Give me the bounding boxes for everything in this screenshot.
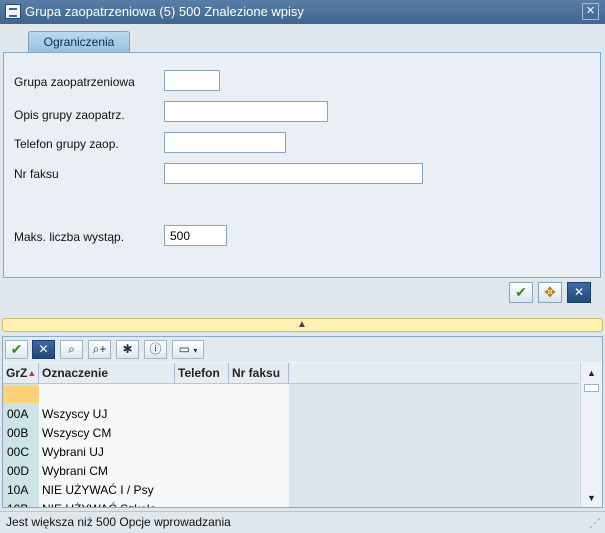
sort-icon: ✱	[122, 342, 133, 356]
grid-header: GrZ▲ Oznaczenie Telefon Nr faksu	[3, 363, 579, 384]
results-grid: ✔ ✕ ⌕ ⌕+ ✱ ⓘ ▭ ▾ GrZ▲ Oznaczenie Telefon…	[2, 336, 603, 508]
row-description: Wszyscy CM	[42, 426, 112, 440]
information-button[interactable]: ⓘ	[144, 340, 167, 359]
search-more-icon: ✥	[544, 284, 556, 300]
row-description: NIE UŻYWAĆ Szkoła	[42, 500, 156, 507]
checkmark-icon: ✔	[10, 341, 23, 357]
scroll-down-icon[interactable]: ▼	[583, 491, 600, 506]
sort-button[interactable]: ✱	[116, 340, 139, 359]
label-grupa-zaopatrzeniowa: Grupa zaopatrzeniowa	[14, 75, 135, 89]
table-row[interactable]: 10B NIE UŻYWAĆ Szkoła	[3, 500, 293, 507]
row-description: NIE UŻYWAĆ I / Psy	[42, 483, 154, 497]
close-button[interactable]: ✕	[582, 3, 599, 20]
print-icon: ▭	[178, 342, 190, 356]
find-button[interactable]: ⌕	[60, 340, 83, 359]
table-row[interactable]: 00D Wybrani CM	[3, 462, 293, 481]
maks-liczba-input[interactable]	[164, 225, 227, 246]
panel-splitter[interactable]: ▲	[2, 318, 603, 332]
column-header-telefon[interactable]: Telefon	[175, 363, 229, 384]
table-row[interactable]: 10A NIE UŻYWAĆ I / Psy	[3, 481, 293, 500]
row-key: 00D	[7, 464, 30, 478]
row-description: Wybrani CM	[42, 464, 108, 478]
table-row[interactable]	[3, 386, 293, 405]
row-key: 10A	[7, 483, 29, 497]
find-next-icon: ⌕+	[92, 342, 107, 356]
status-text: Jest większa niż 500 Opcje wprowadzania	[6, 515, 231, 529]
confirm-button[interactable]: ✔	[509, 282, 533, 303]
restrictions-panel: Grupa zaopatrzeniowa Opis grupy zaopatrz…	[3, 52, 601, 278]
cancel-button[interactable]: ✕	[567, 282, 591, 303]
row-description: Wszyscy UJ	[42, 407, 108, 421]
splitter-grip-icon: ▲	[297, 319, 307, 330]
grid-toolbar: ✔ ✕ ⌕ ⌕+ ✱ ⓘ ▭ ▾	[3, 337, 602, 362]
grid-confirm-button[interactable]: ✔	[5, 340, 28, 359]
grupa-zaopatrzeniowa-input[interactable]	[164, 70, 220, 91]
label-nr-faksu: Nr faksu	[14, 167, 59, 181]
opis-grupy-input[interactable]	[164, 101, 328, 122]
table-row[interactable]: 00B Wszyscy CM	[3, 424, 293, 443]
nr-faksu-input[interactable]	[164, 163, 423, 184]
status-bar: Jest większa niż 500 Opcje wprowadzania …	[0, 511, 605, 533]
table-row[interactable]: 00A Wszyscy UJ	[3, 405, 293, 424]
window-title: Grupa zaopatrzeniowa (5) 500 Znalezione …	[25, 4, 304, 19]
vertical-scrollbar[interactable]: ▲ ▼	[580, 363, 602, 507]
print-dropdown-button[interactable]: ▭ ▾	[172, 340, 204, 359]
empty-columns-area	[289, 384, 579, 507]
window-icon	[5, 4, 21, 19]
row-key: 00B	[7, 426, 29, 440]
column-header-grz[interactable]: GrZ▲	[3, 363, 39, 384]
resize-grip-icon[interactable]: ⋰	[589, 516, 601, 530]
find-icon: ⌕	[68, 342, 75, 356]
search-more-button[interactable]: ✥	[538, 282, 562, 303]
cancel-icon: ✕	[38, 342, 49, 356]
information-icon: ⓘ	[149, 342, 162, 356]
telefon-grupy-input[interactable]	[164, 132, 286, 153]
find-next-button[interactable]: ⌕+	[88, 340, 111, 359]
row-key: 10B	[7, 500, 28, 507]
scroll-up-icon[interactable]: ▲	[583, 366, 600, 381]
row-key: 00A	[7, 407, 29, 421]
checkmark-icon: ✔	[515, 284, 527, 300]
sort-asc-icon: ▲	[27, 368, 37, 378]
scroll-thumb[interactable]	[584, 384, 599, 392]
cancel-icon: ✕	[573, 285, 585, 299]
table-row[interactable]: 00C Wybrani UJ	[3, 443, 293, 462]
chevron-down-icon: ▾	[193, 346, 198, 355]
label-maks-liczba: Maks. liczba wystąp.	[14, 230, 125, 244]
row-key: 00C	[7, 445, 30, 459]
column-header-nr-faksu[interactable]: Nr faksu	[229, 363, 289, 384]
grid-cancel-button[interactable]: ✕	[32, 340, 55, 359]
tab-ograniczenia[interactable]: Ograniczenia	[28, 31, 130, 52]
label-opis-grupy: Opis grupy zaopatrz.	[14, 108, 125, 122]
row-description: Wybrani UJ	[42, 445, 104, 459]
column-header-oznaczenie[interactable]: Oznaczenie	[39, 363, 175, 384]
label-telefon-grupy: Telefon grupy zaop.	[14, 137, 119, 151]
title-bar: Grupa zaopatrzeniowa (5) 500 Znalezione …	[0, 0, 605, 24]
